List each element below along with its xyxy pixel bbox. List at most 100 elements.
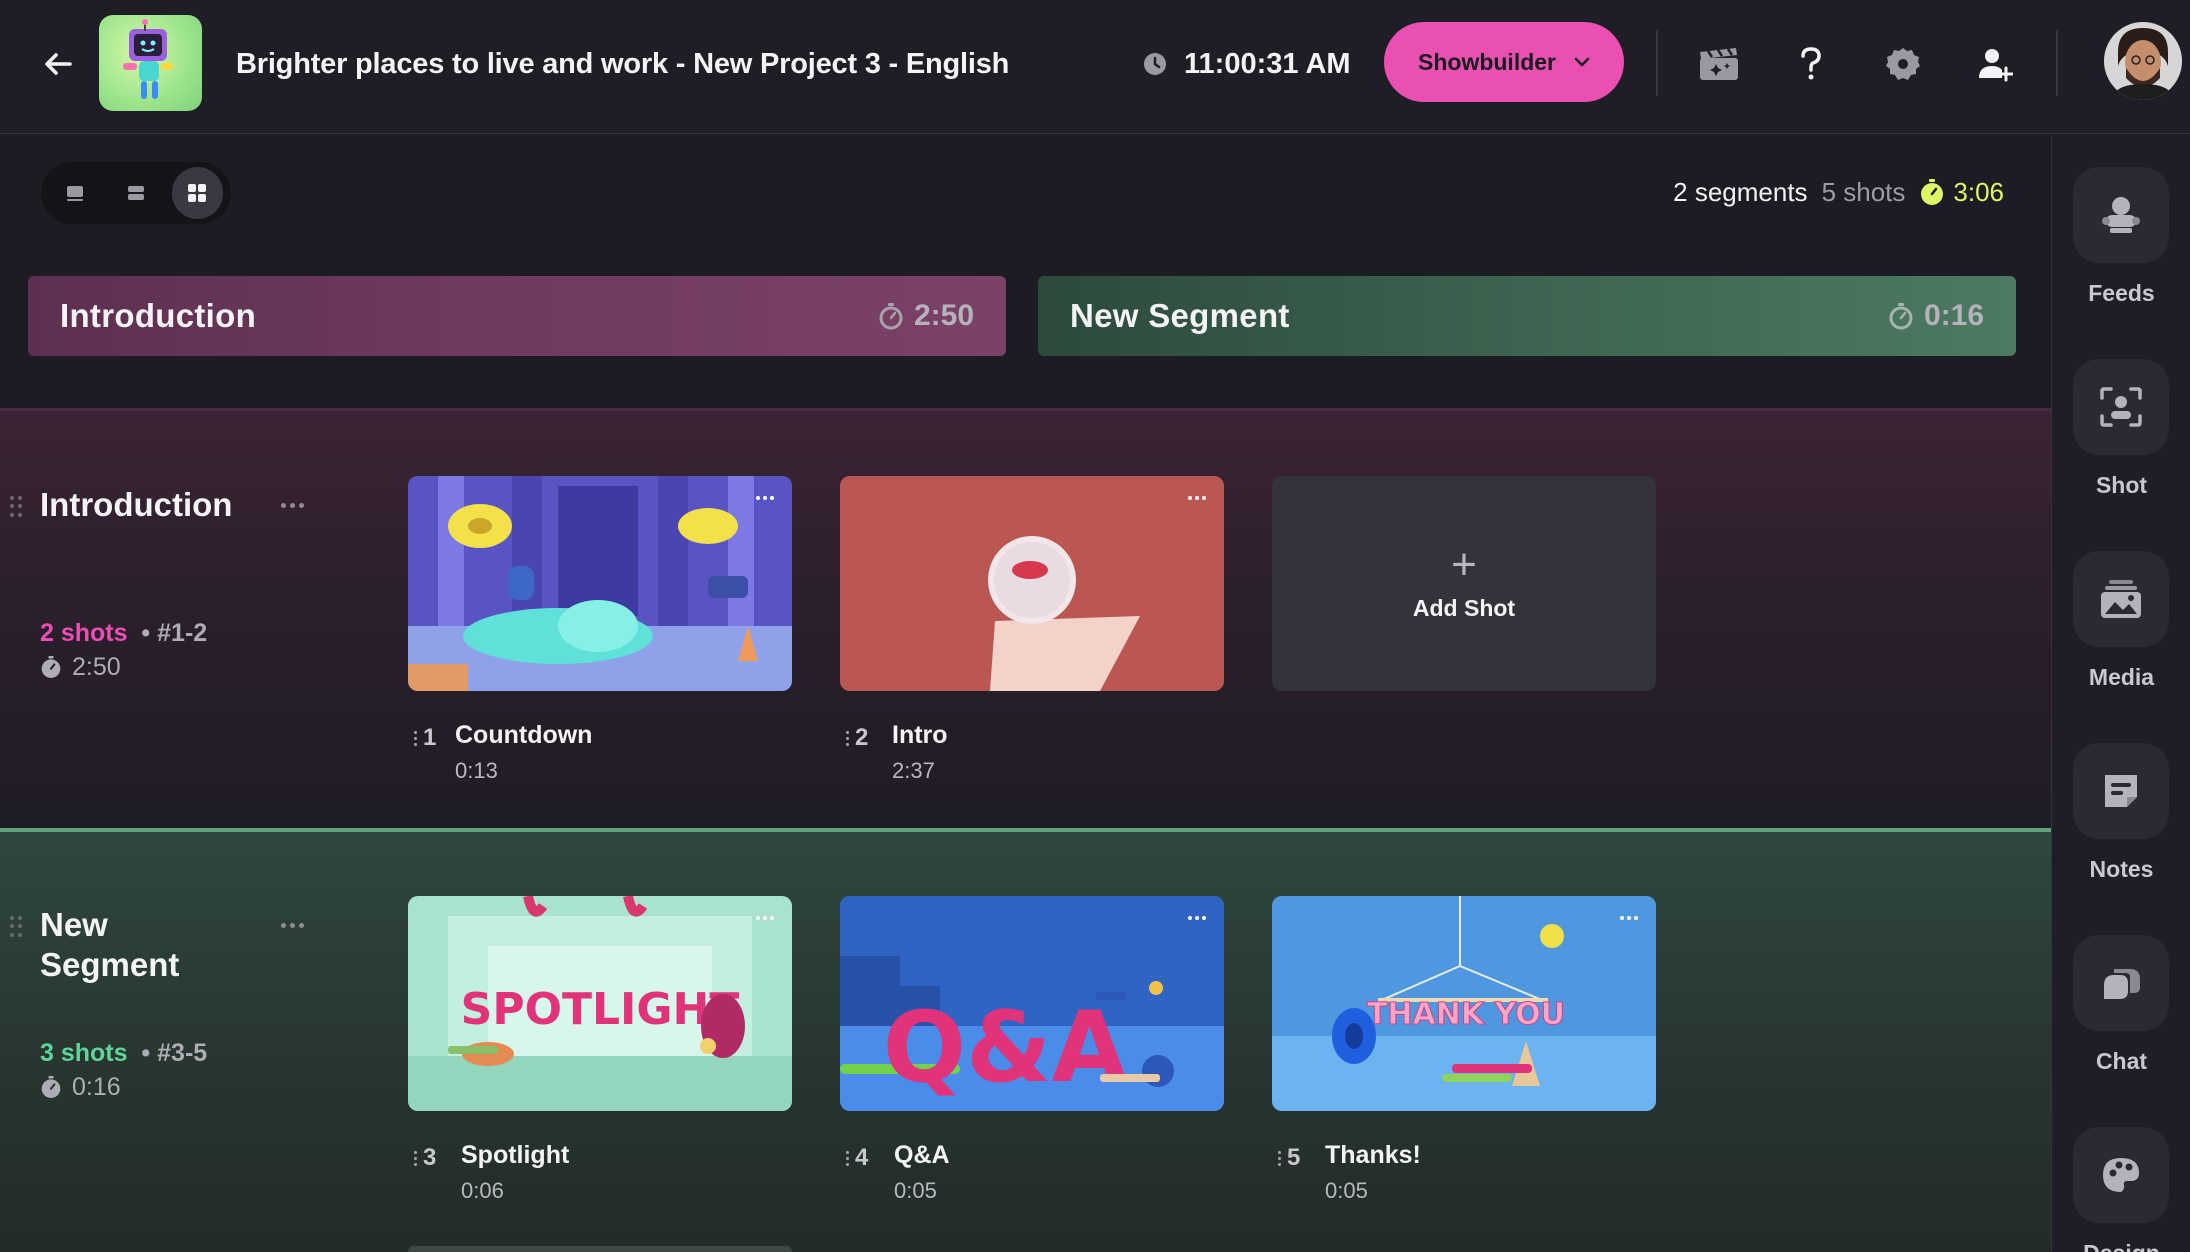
total-duration: 3:06 xyxy=(1919,177,2004,208)
header-divider xyxy=(1656,30,1658,96)
sidebar-item-notes[interactable]: Notes xyxy=(2052,743,2190,923)
shot-duration: 0:06 xyxy=(461,1178,504,1203)
showbuilder-label: Showbuilder xyxy=(1418,48,1556,75)
sidebar-item-shot[interactable]: Shot xyxy=(2052,359,2190,539)
settings-button[interactable] xyxy=(1879,40,1927,88)
qa-scene-image: Q&A xyxy=(840,896,1224,1111)
stopwatch-icon xyxy=(41,656,61,678)
segment-duration: 2:50 xyxy=(40,650,207,684)
ai-video-button[interactable] xyxy=(1695,40,1743,88)
right-sidebar: Feeds Shot Media Notes Chat xyxy=(2051,135,2190,1252)
shot-number-value: 4 xyxy=(855,1144,869,1171)
segment-shot-range: #1-2 xyxy=(157,619,208,647)
settings-gear-icon xyxy=(1886,48,1920,80)
segment-drag-handle[interactable] xyxy=(10,496,22,518)
showbuilder-button[interactable]: Showbuilder xyxy=(1384,22,1624,102)
shot-number[interactable]: 5 xyxy=(1278,1144,1300,1172)
invite-user-button[interactable] xyxy=(1971,40,2019,88)
add-shot-button[interactable]: + Add Shot xyxy=(1272,476,1656,691)
segment-more-button[interactable] xyxy=(276,915,308,935)
shot-more-button[interactable] xyxy=(752,490,778,506)
total-duration-value: 3:06 xyxy=(1953,176,2004,207)
sidebar-item-media[interactable]: Media xyxy=(2052,551,2190,731)
chat-tile xyxy=(2073,935,2169,1031)
segment-count: 2 segments xyxy=(1673,176,1808,207)
shot-duration: 0:05 xyxy=(894,1178,937,1203)
user-avatar[interactable] xyxy=(2104,22,2182,100)
sidebar-item-chat[interactable]: Chat xyxy=(2052,935,2190,1115)
sidebar-label: Media xyxy=(2088,664,2155,690)
sidebar-item-feeds[interactable]: Feeds xyxy=(2052,167,2190,347)
shot-more-button[interactable] xyxy=(752,910,778,926)
shot-number[interactable]: 1 xyxy=(414,724,436,752)
notes-tile xyxy=(2073,743,2169,839)
robot-mascot-icon xyxy=(123,19,173,99)
back-button[interactable] xyxy=(38,44,78,84)
shot-number-value: 2 xyxy=(855,724,869,751)
next-shot-card-edge xyxy=(408,1246,792,1252)
shot-more-button[interactable] xyxy=(1184,490,1210,506)
segment-duration: 0:16 xyxy=(40,1070,207,1104)
segment-range-separator: • xyxy=(134,1039,158,1067)
shot-duration: 0:13 xyxy=(455,758,498,783)
segment-more-button[interactable] xyxy=(276,495,308,515)
sidebar-item-design[interactable]: Design xyxy=(2052,1127,2190,1252)
chat-icon xyxy=(2104,969,2140,999)
shot-number[interactable]: 2 xyxy=(846,724,868,752)
shot-thumbnail[interactable]: THANK YOU xyxy=(1272,896,1656,1111)
single-view-button[interactable] xyxy=(49,167,100,219)
list-view-button[interactable] xyxy=(110,167,161,219)
back-arrow-icon xyxy=(45,53,72,75)
add-user-icon xyxy=(1979,49,2013,82)
shot-name: Q&A xyxy=(894,1141,950,1169)
shot-name: Intro xyxy=(892,721,948,749)
list-view-icon xyxy=(127,186,144,200)
shot-number[interactable]: 4 xyxy=(846,1144,868,1172)
project-thumbnail[interactable] xyxy=(99,15,202,111)
segment-tab-duration-value: 2:50 xyxy=(913,299,974,332)
shot-number[interactable]: 3 xyxy=(414,1144,436,1172)
shot-more-button[interactable] xyxy=(1616,910,1642,926)
clock-icon xyxy=(1144,53,1166,75)
media-icon xyxy=(2101,580,2141,618)
segment-meta: 2 shots • #1-2 2:50 xyxy=(40,616,207,684)
design-palette-icon xyxy=(2103,1158,2139,1192)
segment-tab-name: Introduction xyxy=(60,297,257,334)
clock-time: 11:00:31 AM xyxy=(1184,47,1351,80)
header-divider xyxy=(2056,30,2058,96)
help-button[interactable] xyxy=(1787,40,1835,88)
countdown-scene-image xyxy=(408,476,792,691)
segment-shot-count: 3 shots xyxy=(40,1039,128,1067)
shot-thumbnail[interactable] xyxy=(840,476,1224,691)
segment-range-separator: • xyxy=(134,619,158,647)
segment-title-line: Segment xyxy=(40,946,180,983)
segment-tab-introduction[interactable]: Introduction 2:50 xyxy=(28,276,1006,356)
shot-name: Countdown xyxy=(455,721,593,749)
sidebar-label: Design xyxy=(2052,1240,2190,1252)
shot-thumbnail[interactable]: SPOTLIGHT xyxy=(408,896,792,1111)
project-title: Brighter places to live and work - New P… xyxy=(236,48,1010,80)
plus-icon: + xyxy=(1451,540,1477,589)
thank-you-thumb-text: THANK YOU xyxy=(1367,997,1565,1032)
shot-thumbnail[interactable] xyxy=(408,476,792,691)
grid-view-button[interactable] xyxy=(171,167,223,219)
add-shot-label: Add Shot xyxy=(1412,595,1516,621)
feeds-tile xyxy=(2073,167,2169,263)
design-tile xyxy=(2073,1127,2169,1223)
segment-tab-duration-value: 0:16 xyxy=(1923,299,1984,332)
chevron-down-icon xyxy=(1574,57,1590,67)
shot-number-value: 5 xyxy=(1287,1144,1301,1171)
segment-drag-handle[interactable] xyxy=(10,916,22,938)
shot-name: Spotlight xyxy=(461,1141,570,1169)
stopwatch-icon xyxy=(1921,179,1944,205)
clock: 11:00:31 AM xyxy=(1142,44,1351,84)
notes-icon xyxy=(2105,775,2137,807)
segment-title: Introduction xyxy=(40,486,233,523)
sidebar-label: Notes xyxy=(2089,856,2154,882)
qa-thumb-text: Q&A xyxy=(883,991,1128,1105)
shot-more-button[interactable] xyxy=(1184,910,1210,926)
stopwatch-icon xyxy=(879,303,903,330)
shot-thumbnail[interactable]: Q&A xyxy=(840,896,1224,1111)
shot-tile xyxy=(2073,359,2169,455)
segment-tab-new-segment[interactable]: New Segment 0:16 xyxy=(1038,276,2016,356)
